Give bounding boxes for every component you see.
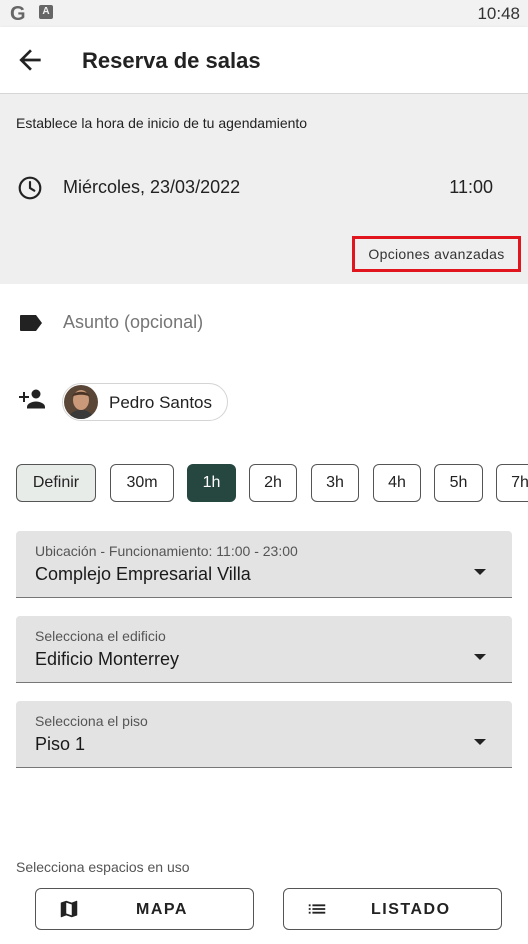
duration-selector: Definir 30m 1h 2h 3h 4h 5h 7h <box>0 464 528 502</box>
dropdown-arrow-icon <box>474 739 486 745</box>
status-time: 10:48 <box>477 4 520 23</box>
building-select[interactable]: Selecciona el edificio Edificio Monterre… <box>16 616 512 683</box>
date-picker[interactable]: Miércoles, 23/03/2022 <box>63 177 240 198</box>
map-button-label: MAPA <box>136 901 188 918</box>
floor-select[interactable]: Selecciona el piso Piso 1 <box>16 701 512 768</box>
advanced-options-button[interactable]: Opciones avanzadas <box>352 236 521 272</box>
floor-value: Piso 1 <box>35 734 86 754</box>
duration-3h-button[interactable]: 3h <box>311 464 359 502</box>
location-label: Ubicación - Funcionamiento: 11:00 - 23:0… <box>35 543 298 559</box>
map-button[interactable]: MAPA <box>35 888 254 930</box>
dropdown-arrow-icon <box>474 654 486 660</box>
label-tag-icon <box>20 315 42 331</box>
back-arrow-icon[interactable] <box>14 44 46 76</box>
map-icon <box>60 900 78 918</box>
duration-2h-button[interactable]: 2h <box>249 464 297 502</box>
attendee-chip[interactable]: Pedro Santos <box>62 383 228 421</box>
dropdown-arrow-icon <box>474 569 486 575</box>
clock-icon <box>18 176 42 200</box>
add-person-icon[interactable] <box>16 387 46 411</box>
avatar <box>64 385 98 419</box>
page-title: Reserva de salas <box>82 48 261 73</box>
schedule-section: Establece la hora de inicio de tu agenda… <box>0 94 528 284</box>
spaces-label: Selecciona espacios en uso <box>16 859 190 875</box>
notification-a-icon: A <box>39 5 53 19</box>
building-label: Selecciona el edificio <box>35 628 166 644</box>
schedule-instruction: Establece la hora de inicio de tu agenda… <box>16 115 308 131</box>
location-value: Complejo Empresarial Villa <box>35 564 251 584</box>
list-button-label: LISTADO <box>371 901 451 918</box>
duration-30m-button[interactable]: 30m <box>110 464 174 502</box>
subject-input[interactable] <box>63 312 493 333</box>
google-icon: G <box>10 3 26 25</box>
list-button[interactable]: LISTADO <box>283 888 502 930</box>
duration-1h-button[interactable]: 1h <box>187 464 236 502</box>
location-select[interactable]: Ubicación - Funcionamiento: 11:00 - 23:0… <box>16 531 512 598</box>
duration-5h-button[interactable]: 5h <box>434 464 483 502</box>
duration-7h-button[interactable]: 7h <box>496 464 528 502</box>
duration-define-button[interactable]: Definir <box>16 464 96 502</box>
duration-4h-button[interactable]: 4h <box>373 464 421 502</box>
status-bar: G A 10:48 <box>0 0 528 27</box>
building-value: Edificio Monterrey <box>35 649 180 669</box>
time-picker[interactable]: 11:00 <box>449 177 493 198</box>
list-icon <box>308 904 326 914</box>
attendee-name: Pedro Santos <box>109 393 213 412</box>
app-bar: Reserva de salas <box>0 27 528 94</box>
floor-label: Selecciona el piso <box>35 713 148 729</box>
